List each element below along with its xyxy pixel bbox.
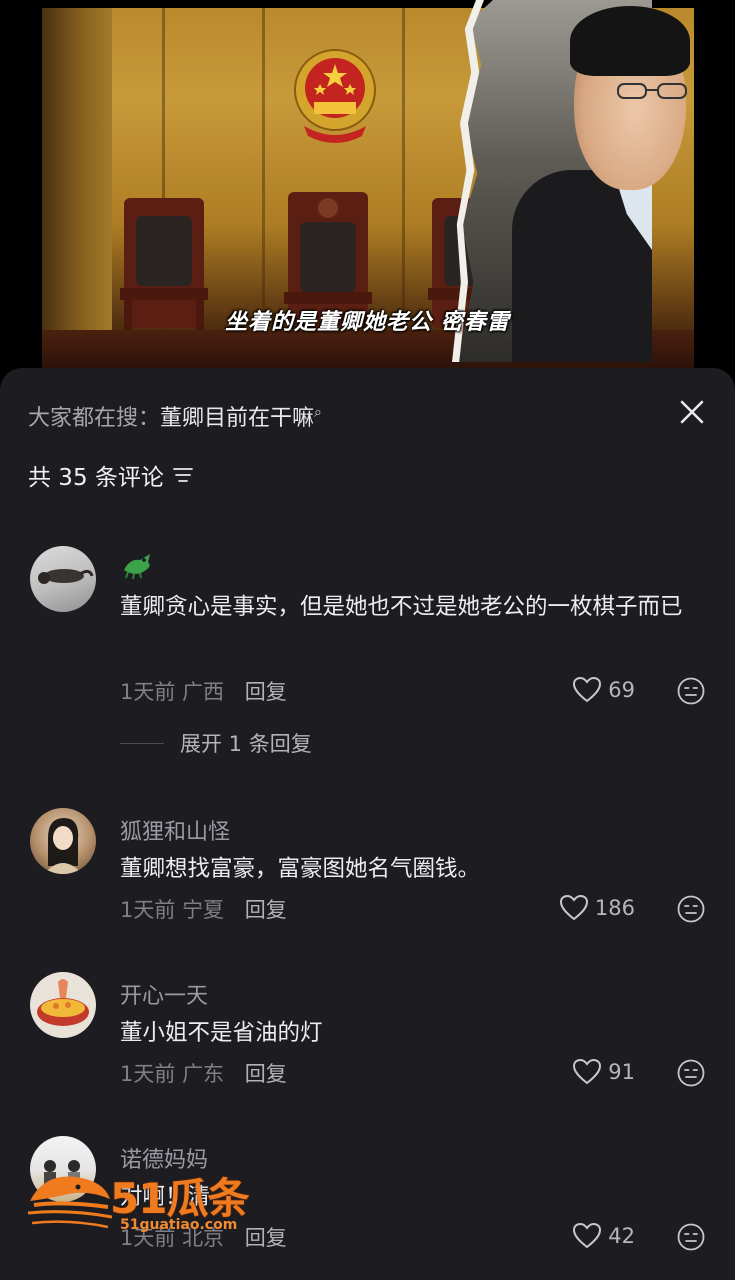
- comment-meta: 1天前 宁夏 回复: [120, 894, 287, 924]
- girl-avatar-icon: [44, 818, 82, 874]
- like-count: 69: [608, 678, 635, 702]
- like-count: 91: [608, 1060, 635, 1084]
- like-button[interactable]: 42: [572, 1222, 635, 1250]
- melon-logo-icon: [27, 1176, 113, 1229]
- dislike-face-icon[interactable]: [676, 1058, 706, 1088]
- comment-time: 1天前: [120, 898, 176, 922]
- dislike-face-icon[interactable]: [676, 1222, 706, 1252]
- search-suggestion[interactable]: 大家都在搜：董卿目前在干嘛⌕: [28, 400, 322, 432]
- like-button[interactable]: 69: [572, 676, 635, 704]
- close-icon[interactable]: [672, 392, 712, 432]
- avatar[interactable]: [30, 546, 96, 612]
- comment-meta: 1天前 广东 回复: [120, 1058, 287, 1088]
- watermark-logo: 51瓜条 51guatiao.com: [24, 1165, 256, 1237]
- comment-count[interactable]: 共 35 条评论: [28, 458, 194, 492]
- comment-text: 董小姐不是省油的灯: [120, 1020, 323, 1046]
- cat-avatar-icon: [38, 569, 94, 584]
- like-button[interactable]: 91: [572, 1058, 635, 1086]
- reply-button[interactable]: 回复: [245, 680, 287, 704]
- comment-time: 1天前: [120, 1062, 176, 1086]
- heart-icon: [573, 676, 602, 703]
- comment-time: 1天前: [120, 680, 176, 704]
- heart-icon: [573, 1058, 602, 1085]
- comment-item: 开心一天 董小姐不是省油的灯 1天前 广东 回复 91: [0, 972, 735, 1102]
- like-count: 42: [608, 1224, 635, 1248]
- heart-icon: [573, 1222, 602, 1249]
- dislike-face-icon[interactable]: [676, 676, 706, 706]
- food-avatar-icon: [37, 979, 89, 1026]
- comment-text: 董卿想找富豪，富豪图她名气圈钱。: [120, 856, 481, 882]
- crocodile-emoji-icon: [124, 554, 150, 580]
- expand-replies-label: 展开 1 条回复: [180, 732, 312, 756]
- comment-text: 董卿贪心是事实，但是她也不过是她老公的一枚棋子而已: [120, 594, 683, 620]
- comment-count-label: 共 35 条评论: [28, 465, 164, 491]
- search-prefix: 大家都在搜：: [28, 406, 161, 431]
- comment-meta: 1天前 广西 回复: [120, 676, 287, 706]
- avatar[interactable]: [30, 972, 96, 1038]
- search-icon: ⌕: [314, 404, 322, 421]
- comment-location: 广东: [182, 1062, 225, 1086]
- comment-item: 狐狸和山怪 董卿想找富豪，富豪图她名气圈钱。 1天前 宁夏 回复 186: [0, 808, 735, 938]
- like-button[interactable]: 186: [559, 894, 635, 922]
- comments-sheet: 大家都在搜：董卿目前在干嘛⌕ 共 35 条评论 董卿贪心是事实，但是她也不过是她…: [0, 368, 735, 1280]
- commenter-name[interactable]: 狐狸和山怪: [120, 814, 230, 846]
- sort-filter-icon[interactable]: [172, 466, 194, 484]
- like-count: 186: [594, 896, 635, 920]
- comment-location: 宁夏: [182, 898, 225, 922]
- dislike-face-icon[interactable]: [676, 894, 706, 924]
- national-emblem-icon: [294, 49, 376, 143]
- comment-location: 广西: [182, 680, 225, 704]
- reply-button[interactable]: 回复: [245, 1062, 287, 1086]
- avatar[interactable]: [30, 808, 96, 874]
- search-keyword[interactable]: 董卿目前在干嘛: [160, 406, 314, 431]
- commenter-name[interactable]: 开心一天: [120, 978, 208, 1010]
- comment-item: 董卿贪心是事实，但是她也不过是她老公的一枚棋子而已 1天前 广西 回复 69 展…: [0, 546, 735, 756]
- glasses-icon: [617, 83, 687, 99]
- expand-replies[interactable]: 展开 1 条回复: [120, 728, 312, 758]
- video-player[interactable]: 坐着的是董卿她老公 密春雷: [0, 0, 735, 370]
- video-subtitle: 坐着的是董卿她老公 密春雷: [225, 310, 510, 335]
- heart-icon: [559, 894, 588, 921]
- reply-button[interactable]: 回复: [245, 898, 287, 922]
- watermark-url: 51guatiao.com: [120, 1217, 238, 1233]
